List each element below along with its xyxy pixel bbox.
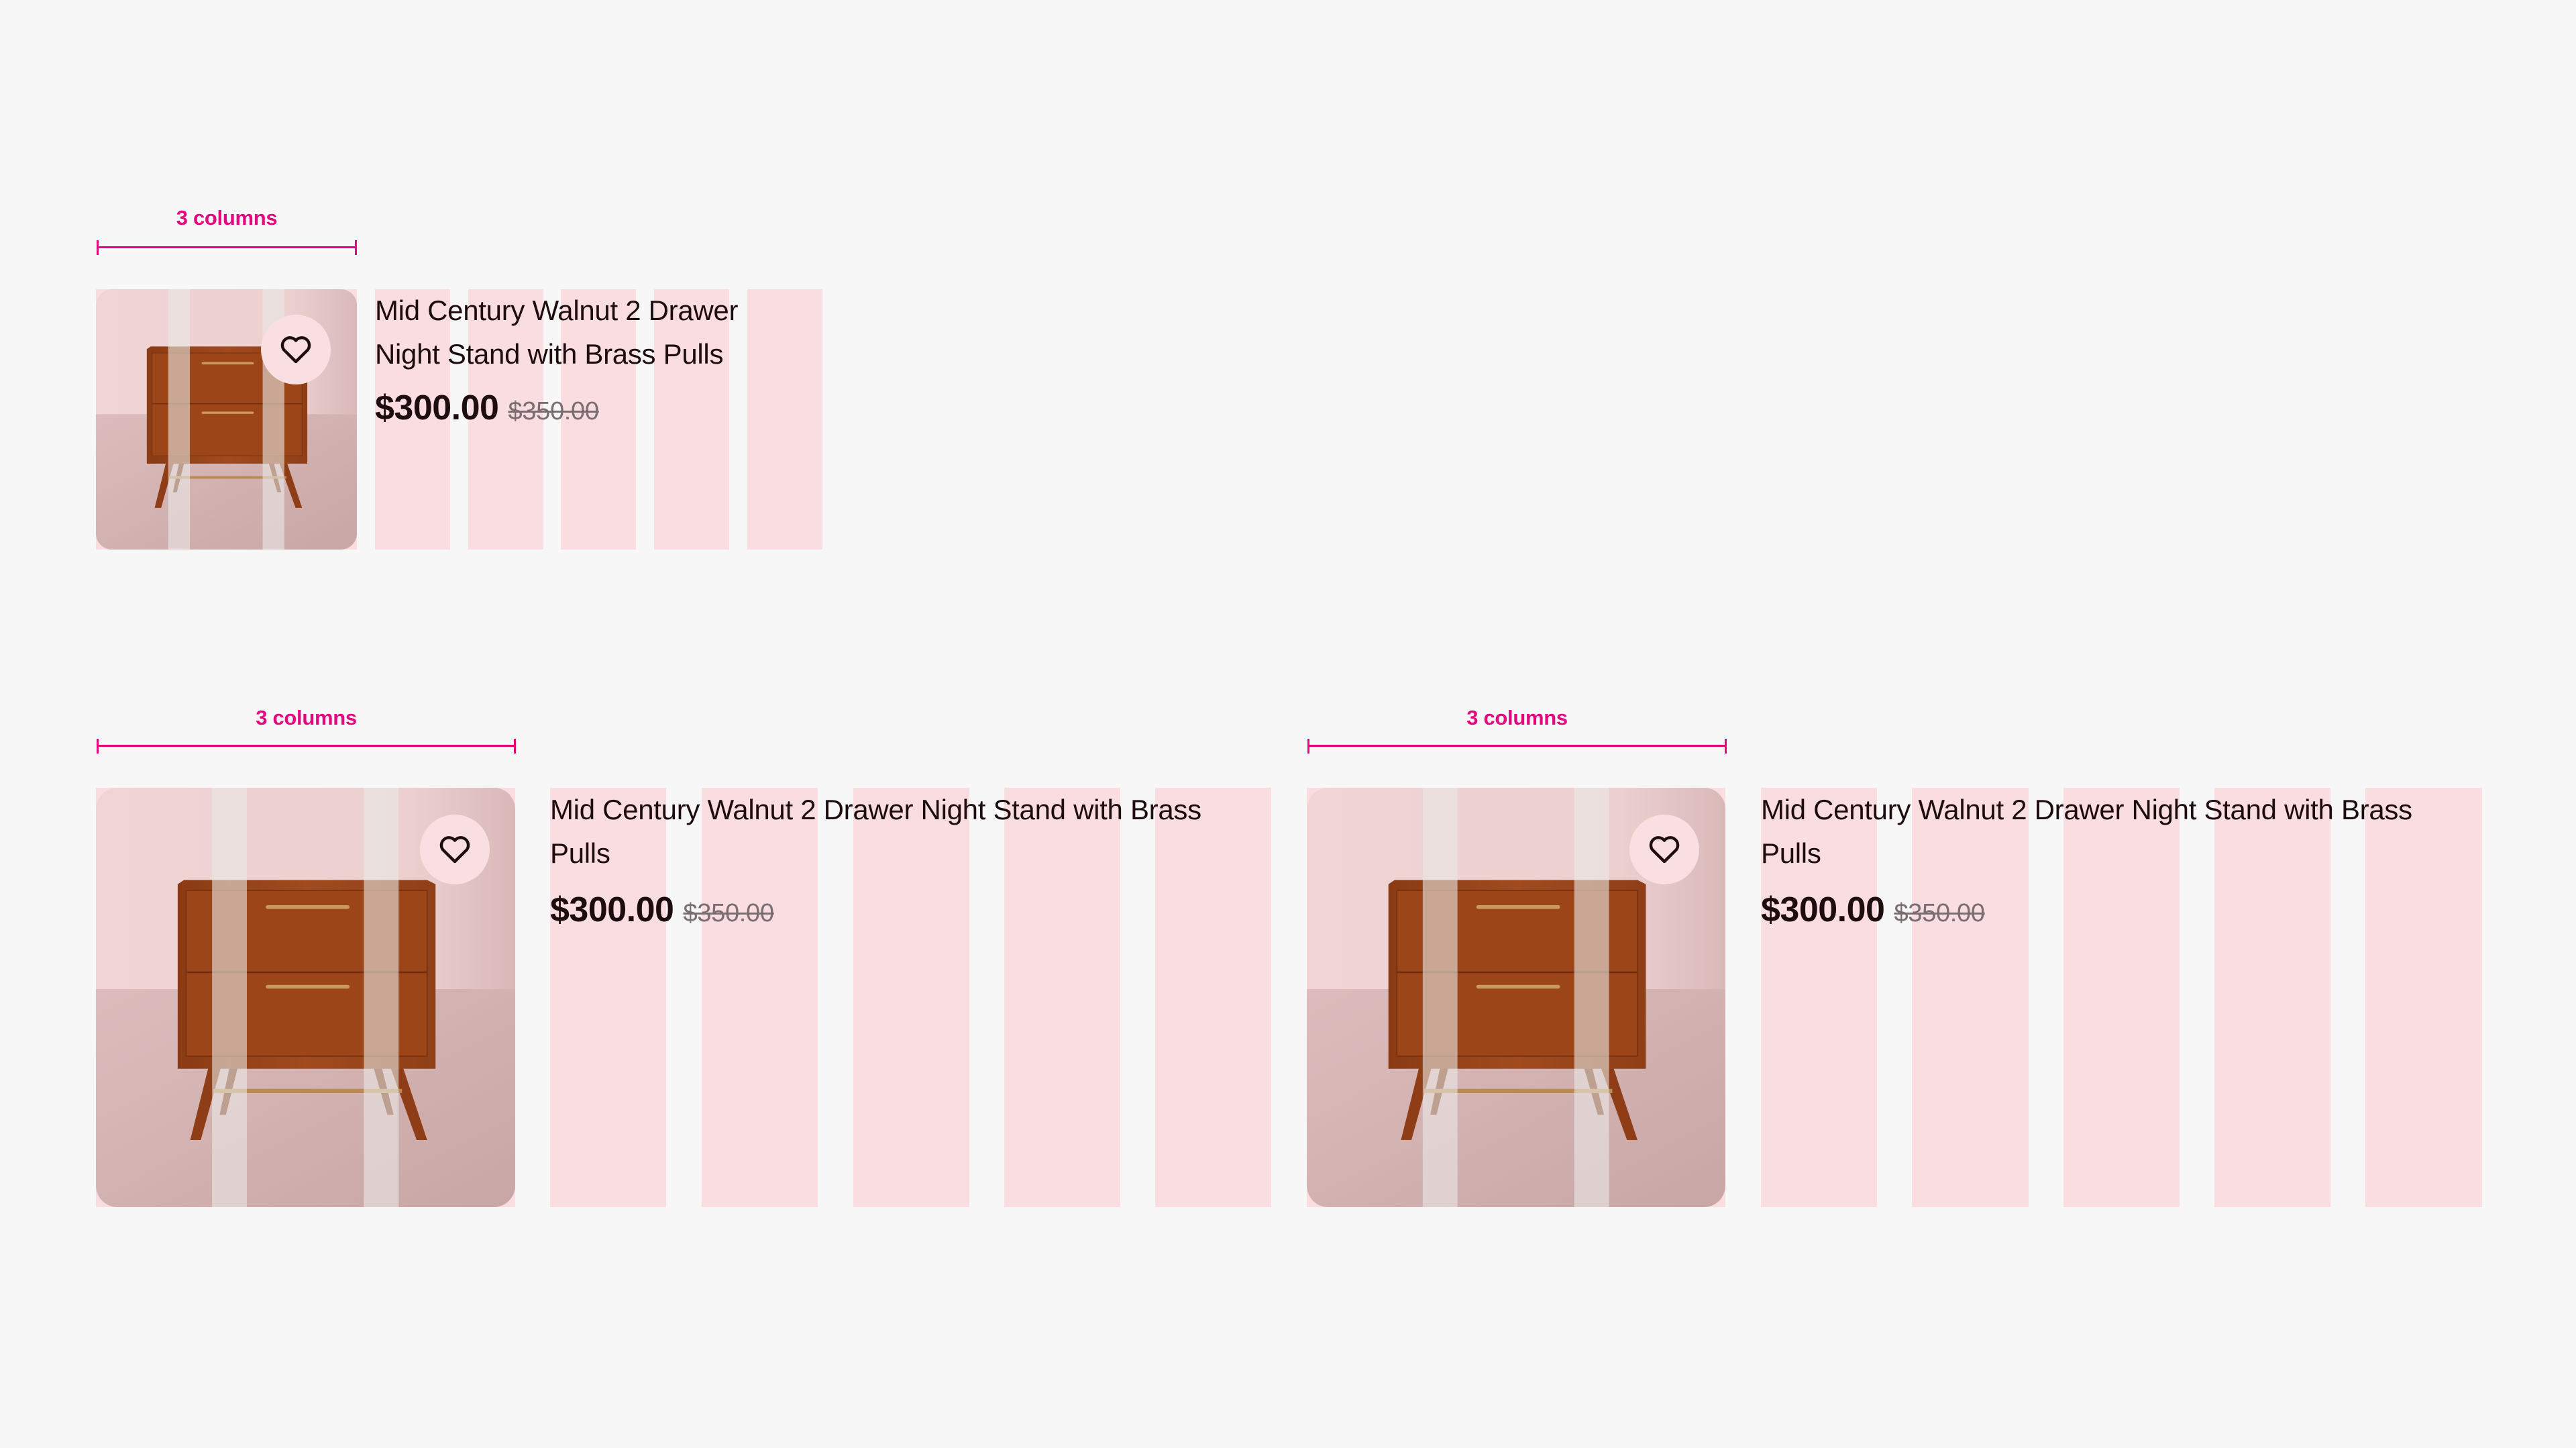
original-price: $350.00 [1894, 899, 1985, 927]
heart-outline-icon [438, 835, 472, 864]
price-row: $300.00 $350.00 [1761, 890, 2485, 930]
column-span-annotation: 3 columns [97, 706, 516, 760]
product-title[interactable]: Mid Century Walnut 2 Drawer Night Stand … [550, 788, 1248, 875]
annotation-line [1307, 745, 1727, 747]
annotation-label: 3 columns [176, 206, 278, 229]
sale-price: $300.00 [550, 890, 674, 929]
annotation-tick-right [1725, 739, 1727, 754]
favorite-button[interactable] [1629, 815, 1699, 884]
original-price: $350.00 [683, 899, 774, 927]
annotation-tick-right [355, 240, 357, 255]
sale-price: $300.00 [375, 389, 499, 427]
annotation-tick-left [97, 240, 99, 255]
product-info: Mid Century Walnut 2 Drawer Night Stand … [550, 788, 1275, 930]
product-title[interactable]: Mid Century Walnut 2 Drawer Night Stand … [1761, 788, 2459, 875]
heart-outline-icon [1648, 835, 1681, 864]
product-info: Mid Century Walnut 2 Drawer Night Stand … [1761, 788, 2485, 930]
annotation-tick-left [1307, 739, 1309, 754]
column-span-annotation: 3 columns [1307, 706, 1727, 760]
column-span-annotation: 3 columns [97, 205, 357, 258]
favorite-button[interactable] [261, 315, 331, 384]
annotation-line [97, 745, 516, 747]
product-info: Mid Century Walnut 2 Drawer Night Stand … [375, 289, 818, 428]
favorite-button[interactable] [420, 815, 490, 884]
sale-price: $300.00 [1761, 890, 1885, 929]
annotation-label: 3 columns [1466, 706, 1568, 729]
annotation-tick-left [97, 739, 99, 754]
original-price: $350.00 [508, 397, 599, 425]
price-row: $300.00 $350.00 [375, 388, 818, 428]
heart-outline-icon [279, 335, 313, 364]
price-row: $300.00 $350.00 [550, 890, 1275, 930]
annotation-tick-right [514, 739, 516, 754]
annotation-line [97, 246, 357, 248]
product-title[interactable]: Mid Century Walnut 2 Drawer Night Stand … [375, 289, 804, 376]
annotation-label: 3 columns [256, 706, 357, 729]
